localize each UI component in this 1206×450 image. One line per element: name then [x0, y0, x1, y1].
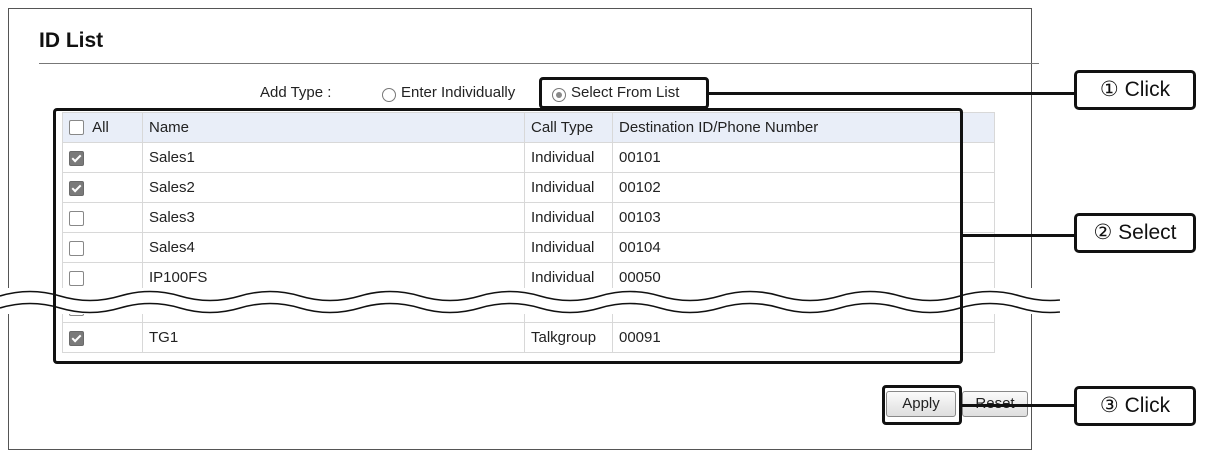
leader-line-1 [709, 92, 1074, 95]
title-divider [39, 63, 1039, 64]
highlight-id-table [53, 108, 963, 364]
radio-label-enter-individually[interactable]: Enter Individually [401, 82, 515, 104]
leader-line-2 [963, 234, 1074, 237]
callout-step-3: ③ Click [1074, 386, 1196, 426]
add-type-label: Add Type : [260, 84, 332, 101]
highlight-apply-button [882, 385, 962, 425]
leader-line-3 [962, 404, 1074, 407]
callout-step-1: ① Click [1074, 70, 1196, 110]
panel-title: ID List [39, 29, 104, 52]
callout-step-2: ② Select [1074, 213, 1196, 253]
highlight-select-from-list [539, 77, 709, 109]
radio-enter-individually[interactable] [382, 88, 396, 102]
